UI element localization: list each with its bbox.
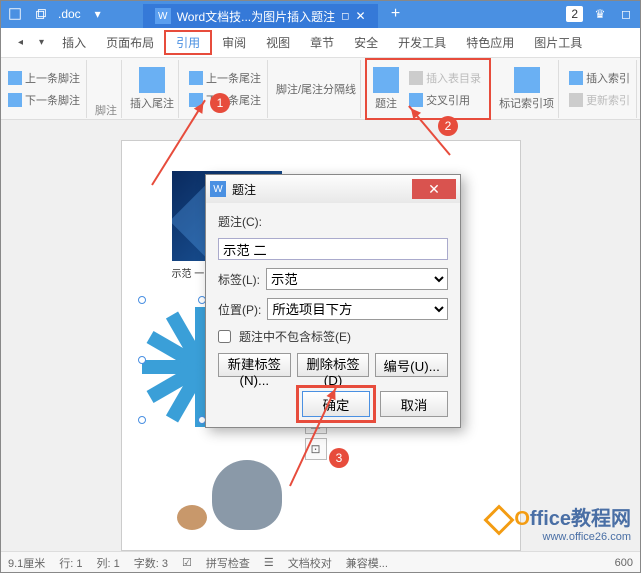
menubar: ◂ ▾ 插入 页面布局 引用 审阅 视图 章节 安全 开发工具 特色应用 图片工… bbox=[0, 28, 641, 58]
numbering-button[interactable]: 编号(U)... bbox=[375, 353, 448, 377]
doccheck-icon[interactable]: ☰ bbox=[264, 556, 274, 569]
update-index-button[interactable]: 更新索引 bbox=[567, 90, 632, 110]
menu-page-layout[interactable]: 页面布局 bbox=[96, 28, 164, 57]
titlebar-icon bbox=[6, 5, 24, 23]
menu-picture-tools[interactable]: 图片工具 bbox=[524, 28, 592, 57]
status-position[interactable]: 9.1厘米 bbox=[8, 555, 45, 571]
mark-index-icon bbox=[514, 67, 540, 93]
status-doccheck[interactable]: 文档校对 bbox=[288, 555, 332, 571]
status-zoom[interactable]: 600 bbox=[615, 557, 633, 569]
footnote-group-label: 脚注 bbox=[95, 102, 117, 118]
watermark: Office教程网 www.office26.com bbox=[488, 502, 631, 543]
insert-endnote-button[interactable]: 插入尾注 bbox=[126, 60, 179, 118]
tab-close-icon[interactable]: ✕ bbox=[355, 9, 365, 23]
mark-index-button[interactable]: 标记索引项 bbox=[495, 60, 559, 118]
cancel-button[interactable]: 取消 bbox=[380, 391, 448, 417]
new-tab-button[interactable]: + bbox=[386, 4, 406, 24]
dialog-app-icon: W bbox=[210, 181, 226, 197]
status-compat[interactable]: 兼容模... bbox=[346, 555, 388, 571]
next-footnote-button[interactable]: 下一条脚注 bbox=[6, 90, 82, 110]
ribbon: 上一条脚注 下一条脚注 脚注 插入尾注 上一条尾注 下一条尾注 脚注/尾注分隔线… bbox=[0, 58, 641, 120]
tab-title: Word文档技...为图片插入题注 bbox=[177, 8, 335, 25]
doc-ext-label: .doc bbox=[58, 7, 81, 21]
statusbar: 9.1厘米 行: 1 列: 1 字数: 3 ☑ 拼写检查 ☰ 文档校对 兼容模.… bbox=[0, 551, 641, 573]
menu-special[interactable]: 特色应用 bbox=[456, 28, 524, 57]
insert-index-icon bbox=[569, 71, 583, 85]
menu-references[interactable]: 引用 bbox=[164, 30, 212, 55]
prev-endnote-button[interactable]: 上一条尾注 bbox=[187, 68, 263, 88]
prev-footnote-button[interactable]: 上一条脚注 bbox=[6, 68, 82, 88]
titlebar: .doc ▾ W Word文档技...为图片插入题注 ◻ ✕ + 2 ♛ ◻ bbox=[0, 0, 641, 28]
selection-handle[interactable] bbox=[138, 356, 146, 364]
sample-image-2[interactable]: ▦ ▤ ◪ ⊡ bbox=[172, 450, 292, 540]
delete-label-button[interactable]: 删除标签(D) bbox=[297, 353, 370, 377]
position-select[interactable]: 所选项目下方 bbox=[267, 298, 448, 320]
menu-dropdown-icon[interactable]: ▾ bbox=[31, 28, 52, 57]
selection-handle[interactable] bbox=[138, 416, 146, 424]
tab-pin-icon[interactable]: ◻ bbox=[341, 11, 349, 22]
status-wordcount[interactable]: 字数: 3 bbox=[134, 555, 168, 571]
menu-view[interactable]: 视图 bbox=[256, 28, 300, 57]
caption-button[interactable]: 题注 bbox=[369, 60, 403, 118]
caption-field-label: 题注(C): bbox=[218, 213, 262, 230]
new-label-button[interactable]: 新建标签(N)... bbox=[218, 353, 291, 377]
label-field-label: 标签(L): bbox=[218, 271, 260, 288]
selection-handle[interactable] bbox=[138, 296, 146, 304]
dialog-title: 题注 bbox=[232, 181, 256, 198]
position-field-label: 位置(P): bbox=[218, 301, 261, 318]
prev-endnote-icon bbox=[189, 71, 203, 85]
insert-index-button[interactable]: 插入索引 bbox=[567, 68, 632, 88]
menu-security[interactable]: 安全 bbox=[344, 28, 388, 57]
menu-chapter[interactable]: 章节 bbox=[300, 28, 344, 57]
menu-insert[interactable]: 插入 bbox=[52, 28, 96, 57]
annotation-marker-2: 2 bbox=[438, 116, 458, 136]
spellcheck-icon[interactable]: ☑ bbox=[182, 556, 192, 569]
restore-icon[interactable] bbox=[32, 5, 50, 23]
status-spellcheck[interactable]: 拼写检查 bbox=[206, 555, 250, 571]
crown-icon[interactable]: ♛ bbox=[591, 5, 609, 23]
separator-line-button[interactable]: 脚注/尾注分隔线 bbox=[272, 60, 361, 118]
menu-dev-tools[interactable]: 开发工具 bbox=[388, 28, 456, 57]
status-line[interactable]: 行: 1 bbox=[59, 555, 82, 571]
word-doc-icon: W bbox=[155, 8, 171, 24]
status-column[interactable]: 列: 1 bbox=[97, 555, 120, 571]
document-tab[interactable]: W Word文档技...为图片插入题注 ◻ ✕ bbox=[143, 4, 378, 28]
dialog-titlebar[interactable]: W 题注 ✕ bbox=[206, 175, 460, 203]
next-footnote-icon bbox=[8, 93, 22, 107]
watermark-brand: ffice bbox=[530, 508, 571, 530]
prev-footnote-icon bbox=[8, 71, 22, 85]
watermark-logo-icon bbox=[484, 504, 515, 535]
caption-icon bbox=[373, 67, 399, 93]
watermark-url: www.office26.com bbox=[488, 531, 631, 543]
cross-reference-button[interactable]: 交叉引用 bbox=[407, 90, 483, 110]
annotation-marker-3: 3 bbox=[329, 448, 349, 468]
notification-badge[interactable]: 2 bbox=[566, 6, 583, 22]
menu-review[interactable]: 审阅 bbox=[212, 28, 256, 57]
insert-table-figures-button[interactable]: 插入表目录 bbox=[407, 68, 483, 88]
exclude-label-checkbox[interactable] bbox=[218, 330, 231, 343]
exclude-label-text: 题注中不包含标签(E) bbox=[239, 328, 351, 345]
menu-back-icon[interactable]: ◂ bbox=[10, 28, 31, 57]
insert-endnote-icon bbox=[139, 67, 165, 93]
window-icon[interactable]: ◻ bbox=[617, 5, 635, 23]
dialog-close-button[interactable]: ✕ bbox=[412, 179, 456, 199]
annotation-marker-1: 1 bbox=[210, 93, 230, 113]
update-index-icon bbox=[569, 93, 583, 107]
dropdown-icon[interactable]: ▾ bbox=[89, 5, 107, 23]
caption-input[interactable] bbox=[218, 238, 448, 260]
toc-icon bbox=[409, 71, 423, 85]
label-select[interactable]: 示范 bbox=[266, 268, 448, 290]
